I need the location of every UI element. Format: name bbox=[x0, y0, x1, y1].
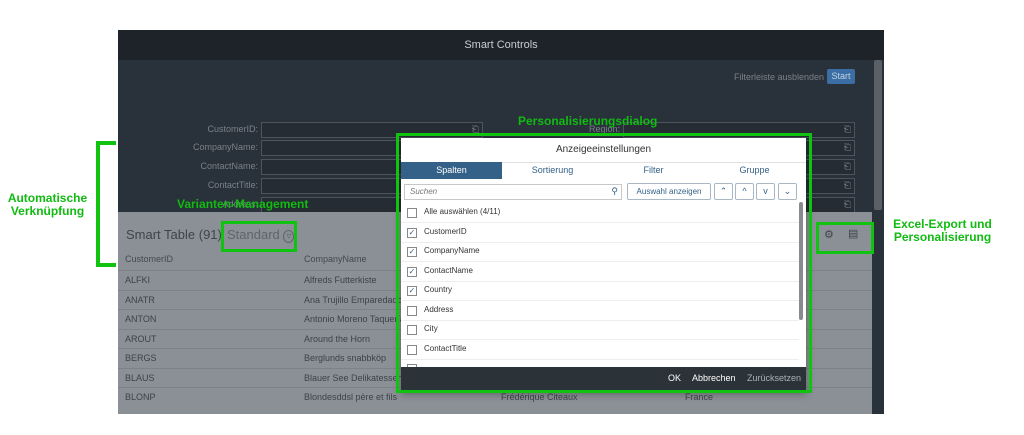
dialog-highlight-box bbox=[396, 133, 812, 393]
table-cell: BLAUS bbox=[125, 372, 155, 383]
table-cell: AROUT bbox=[125, 333, 157, 344]
value-help-icon[interactable]: ⎗ bbox=[844, 142, 851, 153]
table-title: Smart Table (91) bbox=[126, 227, 222, 242]
table-cell: Blauer See Delikatessen bbox=[304, 372, 403, 383]
auto-link-bracket bbox=[96, 141, 116, 267]
export-highlight-box bbox=[816, 222, 874, 254]
table-cell: Alfreds Futterkiste bbox=[304, 275, 377, 285]
table-cell: Antonio Moreno Taquería bbox=[304, 314, 405, 324]
variant-mgmt-label: Varianten-Management bbox=[177, 197, 309, 211]
table-cell: France bbox=[685, 392, 714, 402]
table-cell: Frédérique Citeaux bbox=[501, 392, 578, 402]
column-header-customerid[interactable]: CustomerID bbox=[125, 254, 173, 264]
table-cell: Around the Horn bbox=[304, 333, 371, 344]
table-cell: Berglunds snabbköp bbox=[304, 353, 387, 363]
filter-label: ContactTitle: bbox=[207, 180, 258, 190]
table-cell: ANTON bbox=[125, 314, 157, 324]
excel-export-label: Excel-Export und Personalisierung bbox=[893, 217, 992, 244]
auto-link-label: Automatische Verknüpfung bbox=[7, 191, 88, 218]
variant-highlight-box bbox=[221, 221, 297, 252]
value-help-icon[interactable]: ⎗ bbox=[844, 161, 851, 172]
value-help-icon[interactable]: ⎗ bbox=[844, 124, 851, 135]
value-help-icon[interactable]: ⎗ bbox=[844, 199, 851, 210]
app-title: Smart Controls bbox=[118, 30, 884, 60]
table-cell: Ana Trujillo Emparedados bbox=[304, 294, 408, 305]
filter-label: ContactName: bbox=[200, 161, 258, 171]
table-cell: ANATR bbox=[125, 294, 155, 305]
hide-filterbar-link[interactable]: Filterleiste ausblenden bbox=[734, 72, 824, 82]
filter-label: CustomerID: bbox=[207, 124, 258, 134]
value-help-icon[interactable]: ⎗ bbox=[844, 180, 851, 191]
column-header-companyname[interactable]: CompanyName bbox=[304, 254, 367, 264]
table-cell: ALFKI bbox=[125, 275, 151, 285]
page-scrollbar[interactable] bbox=[874, 60, 882, 210]
table-cell: Blondesddsl père et fils bbox=[304, 392, 398, 402]
table-cell: BERGS bbox=[125, 353, 157, 363]
filter-label: CompanyName: bbox=[192, 142, 258, 152]
start-button[interactable]: Start bbox=[827, 69, 855, 84]
table-cell: BLONP bbox=[125, 392, 156, 402]
personalization-dialog-label: Personalisierungsdialog bbox=[518, 114, 658, 128]
